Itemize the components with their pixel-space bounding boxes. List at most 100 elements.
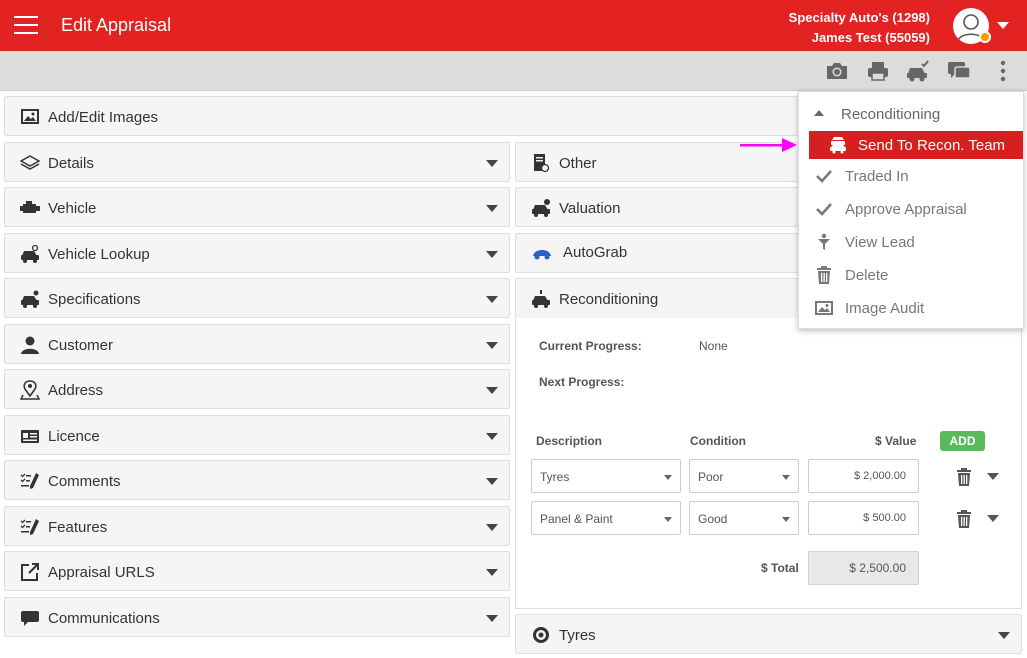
menu-item-image-audit[interactable]: Image Audit (809, 294, 1023, 322)
panel-label: Customer (48, 337, 114, 354)
trash-icon (815, 266, 833, 284)
panel-label: AutoGrab (563, 244, 628, 261)
panel-details[interactable]: Details (4, 142, 510, 182)
menu-item-label: Approve Appraisal (845, 201, 967, 218)
description-select[interactable]: Panel & Paint (531, 501, 681, 535)
engine-icon (20, 198, 40, 218)
row-expand-icon[interactable] (987, 515, 999, 522)
check-icon (815, 200, 833, 218)
image-icon (20, 107, 40, 127)
chevron-down-icon (664, 517, 672, 522)
menu-item-view-lead[interactable]: View Lead (809, 228, 1023, 256)
value-input[interactable]: $ 500.00 (808, 501, 919, 535)
trash-icon[interactable] (956, 467, 972, 487)
total-value: $ 2,500.00 (808, 551, 919, 585)
check-icon (815, 167, 833, 185)
panel-label: Tyres (559, 627, 596, 644)
external-link-icon (20, 562, 40, 582)
menu-item-label: View Lead (845, 234, 915, 251)
panel-label: Comments (48, 473, 121, 490)
chevron-up-icon (814, 110, 824, 116)
row-expand-icon[interactable] (987, 473, 999, 480)
pointer-arrow-icon (740, 137, 798, 153)
hamburger-menu-icon[interactable] (14, 16, 38, 34)
panel-licence[interactable]: Licence (4, 415, 510, 455)
lead-funnel-icon (815, 233, 833, 251)
current-progress-value: None (699, 339, 728, 353)
user-name: James Test (55059) (811, 30, 930, 45)
col-value: $ Value (875, 434, 917, 448)
image-icon (815, 299, 833, 317)
panel-features[interactable]: Features (4, 506, 510, 546)
panel-label: Licence (48, 428, 100, 445)
value-input[interactable]: $ 2,000.00 (808, 459, 919, 493)
select-value: Poor (698, 470, 724, 484)
panel-tyres[interactable]: Tyres (515, 614, 1022, 654)
person-icon (20, 335, 40, 355)
condition-select[interactable]: Good (689, 501, 799, 535)
select-value: Good (698, 512, 728, 526)
tyre-icon (531, 625, 551, 645)
chevron-down-icon (486, 251, 498, 258)
app-header: Edit Appraisal Specialty Auto's (1298) J… (0, 0, 1027, 51)
panel-label: Details (48, 155, 94, 172)
trash-icon[interactable] (956, 509, 972, 529)
panel-specifications[interactable]: Specifications (4, 278, 510, 318)
panel-label: Valuation (559, 200, 621, 217)
chevron-down-icon (782, 475, 790, 480)
checklist-pen-icon (20, 471, 40, 491)
id-card-icon (20, 426, 40, 446)
chevron-down-icon (486, 615, 498, 622)
panel-address[interactable]: Address (4, 369, 510, 409)
panel-vehicle-lookup[interactable]: Vehicle Lookup (4, 233, 510, 273)
camera-icon[interactable] (824, 59, 850, 83)
toolbar (0, 51, 1027, 91)
map-pin-icon (19, 380, 41, 400)
col-condition: Condition (690, 434, 746, 448)
panel-vehicle[interactable]: Vehicle (4, 187, 510, 227)
panel-appraisal-urls[interactable]: Appraisal URLS (4, 551, 510, 591)
chat-icon[interactable] (946, 59, 972, 83)
chevron-down-icon (486, 387, 498, 394)
car-wrench-icon (531, 289, 551, 309)
add-button[interactable]: ADD (940, 431, 985, 451)
panel-comments[interactable]: Comments (4, 460, 510, 500)
next-progress-label: Next Progress: (539, 375, 625, 389)
menu-item-traded-in[interactable]: Traded In (809, 162, 1023, 190)
current-progress-label: Current Progress: (539, 339, 642, 353)
menu-header-reconditioning[interactable]: Reconditioning (799, 92, 1025, 130)
actions-dropdown-menu: Reconditioning Send To Recon. Team Trade… (798, 91, 1024, 329)
checklist-pen-icon (20, 517, 40, 537)
account-info: Specialty Auto's (1298) James Test (5505… (789, 8, 930, 48)
car-dollar-icon (531, 198, 551, 218)
description-select[interactable]: Tyres (531, 459, 681, 493)
panel-communications[interactable]: Communications (4, 597, 510, 637)
account-dropdown-icon[interactable] (997, 22, 1009, 29)
panel-label: Vehicle Lookup (48, 246, 150, 263)
printer-icon[interactable] (865, 59, 891, 83)
panel-customer[interactable]: Customer (4, 324, 510, 364)
panel-label: Communications (48, 610, 160, 627)
car-check-icon[interactable] (905, 59, 931, 83)
panel-label: Specifications (48, 291, 141, 308)
menu-item-delete[interactable]: Delete (809, 261, 1023, 289)
total-label: $ Total (761, 561, 799, 575)
menu-header-label: Reconditioning (841, 106, 941, 123)
panel-label: Features (48, 519, 108, 536)
condition-select[interactable]: Poor (689, 459, 799, 493)
chevron-down-icon (486, 296, 498, 303)
status-dot (979, 31, 991, 43)
menu-item-label: Send To Recon. Team (858, 137, 1006, 154)
menu-item-approve-appraisal[interactable]: Approve Appraisal (809, 195, 1023, 223)
car-search-icon (20, 244, 40, 264)
panel-label: Add/Edit Images (48, 109, 159, 126)
chevron-down-icon (486, 205, 498, 212)
menu-item-send-to-recon-team[interactable]: Send To Recon. Team (809, 131, 1023, 159)
chat-icon (20, 608, 40, 628)
panel-label: Reconditioning (559, 291, 659, 308)
panel-label: Address (48, 382, 104, 399)
chevron-down-icon (998, 632, 1010, 639)
dealer-name: Specialty Auto's (1298) (788, 10, 930, 25)
more-vertical-icon[interactable] (990, 59, 1016, 83)
menu-item-label: Image Audit (845, 300, 925, 317)
